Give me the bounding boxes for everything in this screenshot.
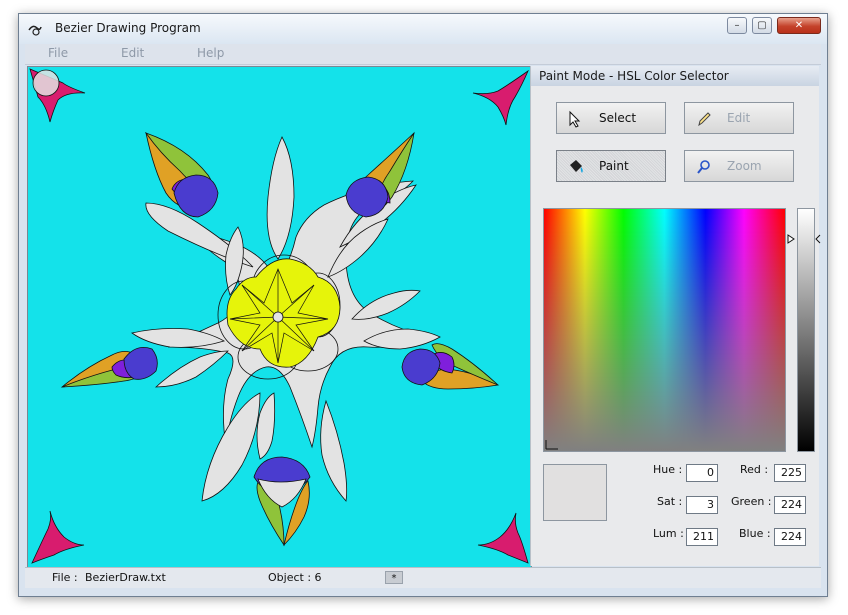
menu-bar: File Edit Help bbox=[25, 44, 821, 65]
bezier-drawing bbox=[29, 68, 529, 564]
blue-label: Blue : bbox=[739, 527, 771, 540]
status-file-name: BezierDraw.txt bbox=[85, 571, 166, 584]
status-file-label: File : bbox=[52, 571, 78, 584]
sat-field[interactable]: 3 bbox=[686, 496, 718, 514]
zoom-button[interactable]: Zoom bbox=[684, 150, 794, 182]
app-icon bbox=[28, 25, 42, 36]
corner-shape-bl bbox=[31, 510, 85, 564]
edit-button[interactable]: Edit bbox=[684, 102, 794, 134]
zoom-button-label: Zoom bbox=[727, 159, 762, 173]
panel-header: Paint Mode - HSL Color Selector bbox=[531, 66, 819, 86]
spectrum-crosshair bbox=[545, 440, 558, 450]
window-title: Bezier Drawing Program bbox=[55, 21, 201, 35]
paint-bucket-icon bbox=[570, 160, 583, 173]
tulip-ul-blue bbox=[173, 174, 219, 218]
core-center bbox=[272, 311, 284, 323]
arrow-cursor-icon bbox=[569, 110, 581, 128]
paint-panel: Paint Mode - HSL Color Selector Select E… bbox=[530, 66, 821, 566]
corner-circle-tl bbox=[32, 69, 60, 97]
magnifier-icon bbox=[697, 160, 710, 174]
select-button-label: Select bbox=[599, 111, 637, 125]
corner-shape-tr bbox=[472, 69, 529, 126]
maximize-button[interactable]: ▢ bbox=[752, 17, 772, 34]
blue-field[interactable]: 224 bbox=[774, 528, 806, 546]
leaf-right-2 bbox=[351, 289, 421, 320]
green-label: Green : bbox=[731, 495, 772, 508]
red-field[interactable]: 225 bbox=[774, 464, 806, 482]
app-window: Bezier Drawing Program – ▢ ✕ File Edit H… bbox=[18, 13, 828, 597]
menu-help[interactable]: Help bbox=[197, 46, 224, 60]
sat-label: Sat : bbox=[657, 495, 683, 508]
paint-button[interactable]: Paint bbox=[556, 150, 666, 182]
menu-file[interactable]: File bbox=[48, 46, 68, 60]
drawing-canvas[interactable] bbox=[27, 66, 532, 568]
status-object-count: Object : 6 bbox=[268, 571, 322, 584]
leaf-top bbox=[266, 136, 295, 260]
lum-label: Lum : bbox=[653, 527, 684, 540]
hue-label: Hue : bbox=[653, 463, 683, 476]
lum-field[interactable]: 211 bbox=[686, 528, 718, 546]
select-button[interactable]: Select bbox=[556, 102, 666, 134]
lum-slider-left-arrow[interactable] bbox=[787, 234, 795, 244]
color-swatch bbox=[543, 464, 607, 521]
status-modified-indicator: * bbox=[385, 571, 403, 584]
title-bar[interactable]: Bezier Drawing Program – ▢ ✕ bbox=[19, 14, 827, 44]
luminance-bar[interactable] bbox=[797, 208, 815, 452]
close-button[interactable]: ✕ bbox=[777, 17, 821, 34]
menu-edit[interactable]: Edit bbox=[121, 46, 144, 60]
pencil-icon bbox=[698, 112, 711, 127]
green-field[interactable]: 224 bbox=[774, 496, 806, 514]
lum-slider-right-arrow[interactable] bbox=[815, 234, 821, 244]
paint-button-label: Paint bbox=[599, 159, 629, 173]
status-bar: File : BezierDraw.txt Object : 6 * bbox=[25, 567, 821, 588]
edit-button-label: Edit bbox=[727, 111, 751, 125]
hue-saturation-spectrum[interactable] bbox=[543, 208, 786, 452]
leaf-bottom-3 bbox=[320, 399, 348, 502]
minimize-button[interactable]: – bbox=[727, 17, 747, 34]
hue-field[interactable]: 0 bbox=[686, 464, 718, 482]
corner-shape-br bbox=[477, 512, 529, 564]
red-label: Red : bbox=[740, 463, 769, 476]
leaf-left-2 bbox=[154, 350, 229, 388]
